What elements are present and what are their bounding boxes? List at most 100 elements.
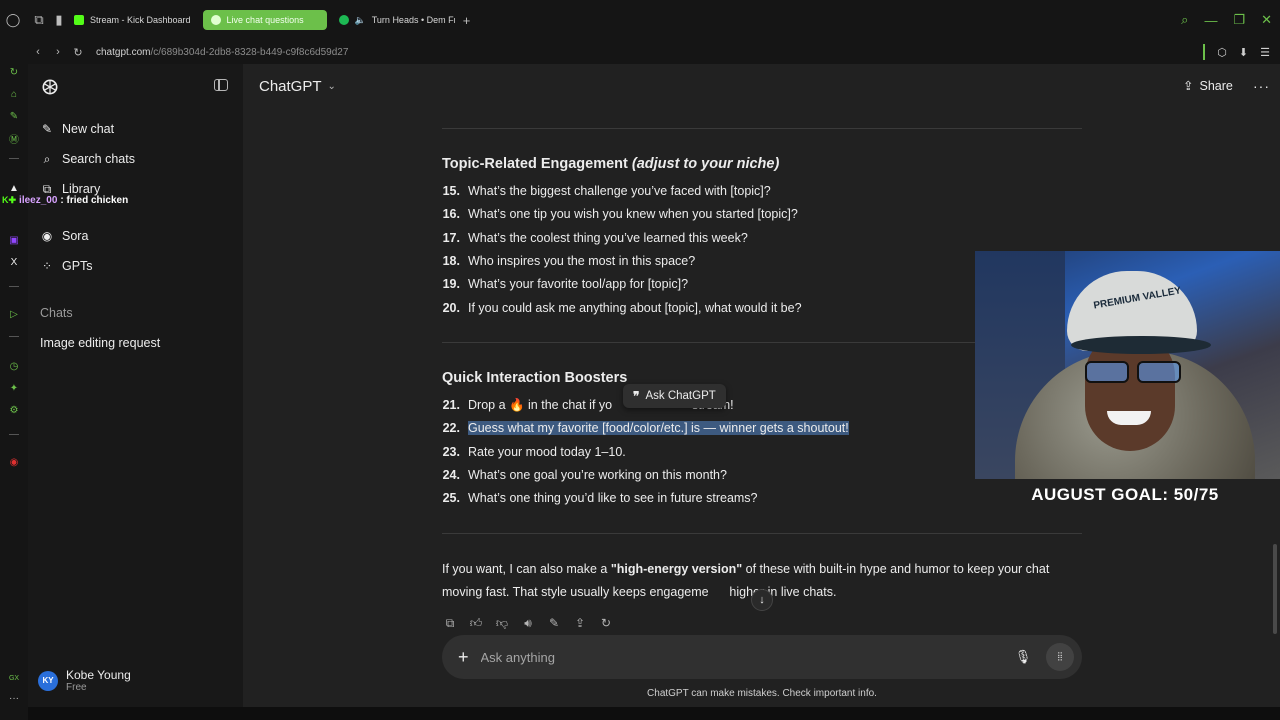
- kick-badge-icon: K✚: [2, 195, 17, 205]
- thumbs-down-icon[interactable]: 👎︎: [495, 616, 509, 630]
- ask-chatgpt-button[interactable]: ❞ Ask ChatGPT: [623, 384, 726, 408]
- list-item: 25. What’s one thing you’d like to see in…: [440, 491, 758, 505]
- chevron-down-icon: ⌄: [327, 81, 336, 92]
- close-icon[interactable]: ✕: [1261, 12, 1272, 28]
- minimize-icon[interactable]: —: [1204, 13, 1217, 28]
- restore-icon[interactable]: ❐: [1233, 12, 1245, 28]
- thumbs-up-icon[interactable]: 👍︎: [469, 616, 483, 630]
- list-number: 15.: [442, 184, 460, 198]
- m-icon[interactable]: Ⓜ: [6, 130, 22, 146]
- share-icon[interactable]: ⇪: [573, 616, 587, 630]
- x-icon[interactable]: X: [6, 254, 22, 270]
- more-options-button[interactable]: ···: [1253, 78, 1270, 94]
- sidebar-item-gpts[interactable]: ⁘ GPTs: [40, 254, 93, 278]
- sidebar-item-label: GPTs: [62, 259, 93, 273]
- model-selector[interactable]: ChatGPT ⌄: [259, 78, 336, 95]
- list-item: 17. What’s the coolest thing you’ve learn…: [440, 231, 748, 245]
- chat-username: ileez_00: [19, 195, 58, 206]
- message-actions: ⧉ 👍︎ 👎︎ 🔊︎ ✎ ⇪ ↻: [443, 616, 613, 631]
- sidebar-item-label: Library: [62, 182, 101, 196]
- player-icon[interactable]: ▷: [6, 306, 22, 322]
- gamepad-icon[interactable]: ⧉: [26, 0, 52, 40]
- download-icon[interactable]: ⬇: [1239, 46, 1248, 59]
- lock-icon[interactable]: ⌂: [6, 86, 22, 102]
- sidebar-item-new-chat[interactable]: ✎ New chat: [40, 117, 114, 141]
- prompt-input[interactable]: [480, 649, 981, 665]
- url-field[interactable]: chatgpt.com/c/689b304d-2db8-8328-b449-c9…: [96, 47, 348, 58]
- list-number: 24.: [442, 468, 460, 482]
- copy-icon[interactable]: ⧉: [443, 616, 457, 630]
- new-tab-icon[interactable]: +: [459, 0, 475, 40]
- list-item: 15. What’s the biggest challenge you’ve f…: [440, 184, 771, 198]
- gx-icon[interactable]: GX: [6, 670, 22, 686]
- tab-kick-dashboard[interactable]: Stream - Kick Dashboard: [66, 10, 199, 30]
- scroll-to-bottom-button[interactable]: ↓: [751, 589, 773, 611]
- list-number: 25.: [442, 491, 460, 505]
- extensions-icon[interactable]: ⬡: [1217, 46, 1227, 59]
- tab-label: Live chat questions: [226, 15, 304, 25]
- spotify-logo-icon: [338, 15, 349, 25]
- user-profile[interactable]: KY Kobe Young Free: [38, 668, 131, 693]
- edit-icon[interactable]: ✎: [547, 616, 561, 630]
- sidebar-chat-item[interactable]: Image editing request: [40, 336, 160, 350]
- regenerate-icon[interactable]: ↻: [599, 616, 613, 630]
- tab-spotify-song[interactable]: 🔈 Turn Heads • Dem Fra: [331, 10, 455, 30]
- list-item: 24. What’s one goal you’re working on thi…: [440, 468, 727, 482]
- selected-list-text[interactable]: Guess what my favorite [food/color/etc.]…: [468, 421, 849, 435]
- sidebar-toggle-icon[interactable]: [214, 79, 228, 91]
- read-aloud-icon[interactable]: 🔊︎: [521, 616, 535, 630]
- easy-setup-icon[interactable]: ☰: [1260, 46, 1270, 59]
- list-number: 19.: [442, 277, 460, 291]
- list-item: 20. If you could ask me anything about [t…: [440, 301, 802, 315]
- avatar: KY: [38, 670, 58, 691]
- cap-brim: [1071, 336, 1211, 354]
- page-title: ChatGPT: [259, 78, 322, 95]
- settings-icon[interactable]: ⚙: [6, 402, 22, 418]
- list-item: 22. Guess what my favorite [food/color/et…: [440, 421, 849, 435]
- sidebar-item-label: New chat: [62, 122, 115, 136]
- refresh-icon[interactable]: ↻: [6, 64, 22, 80]
- divider: [9, 434, 19, 435]
- chatgpt-sidebar: ✎ New chat ⌕ Search chats ⧉ Library ◉ So…: [28, 64, 243, 707]
- divider: [1203, 44, 1206, 60]
- record-icon[interactable]: ◉: [6, 454, 22, 470]
- waveform-icon: ⦙⦙: [1057, 650, 1063, 663]
- more-icon[interactable]: ···: [6, 690, 22, 706]
- quote-icon: ❞: [633, 389, 640, 403]
- url-host: chatgpt.com: [96, 46, 151, 58]
- list-text: What’s the biggest challenge you’ve face…: [468, 184, 771, 198]
- list-item: 23. Rate your mood today 1–10.: [440, 445, 626, 459]
- disclaimer-text: ChatGPT can make mistakes. Check importa…: [647, 688, 877, 699]
- list-item: 18. Who inspires you the most in this spa…: [440, 254, 696, 268]
- scrollbar[interactable]: [1273, 544, 1277, 634]
- sidebar-item-search-chats[interactable]: ⌕ Search chats: [40, 147, 135, 171]
- pen-icon[interactable]: ✎: [6, 108, 22, 124]
- openai-logo-icon[interactable]: [40, 77, 60, 97]
- sidebar-item-sora[interactable]: ◉ Sora: [40, 224, 89, 248]
- ask-chatgpt-label: Ask ChatGPT: [645, 390, 716, 402]
- history-icon[interactable]: ◷: [6, 358, 22, 374]
- aria-icon[interactable]: ▲: [6, 180, 22, 196]
- twitch-icon[interactable]: ▣: [6, 232, 22, 248]
- list-number: 20.: [442, 301, 460, 315]
- list-number: 16.: [442, 207, 460, 221]
- add-attachment-button[interactable]: +: [458, 647, 469, 668]
- search-icon[interactable]: ⌕: [1181, 12, 1188, 28]
- forward-icon[interactable]: ›: [48, 46, 68, 58]
- extensions-icon[interactable]: ✦: [6, 380, 22, 396]
- tab-live-chat-questions[interactable]: Live chat questions: [202, 10, 327, 30]
- tab-pin-icon[interactable]: ▮: [52, 0, 66, 40]
- opera-logo-icon[interactable]: ◯: [0, 0, 26, 40]
- back-icon[interactable]: ‹: [28, 46, 48, 58]
- list-text: What’s one thing you’d like to see in fu…: [468, 491, 758, 505]
- url-path: /c/689b304d-2db8-8328-b449-c9f8c6d59d27: [150, 46, 349, 58]
- divider: [442, 128, 1082, 129]
- microphone-icon[interactable]: 🎙︎: [1015, 647, 1032, 667]
- reload-icon[interactable]: ↻: [68, 46, 88, 59]
- list-number: 18.: [442, 254, 460, 268]
- voice-mode-button[interactable]: ⦙⦙: [1046, 643, 1074, 671]
- user-name: Kobe Young: [66, 668, 131, 682]
- share-button[interactable]: ⇪ Share: [1183, 78, 1233, 94]
- share-label: Share: [1199, 78, 1233, 93]
- list-item: 19. What’s your favorite tool/app for [to…: [440, 277, 688, 291]
